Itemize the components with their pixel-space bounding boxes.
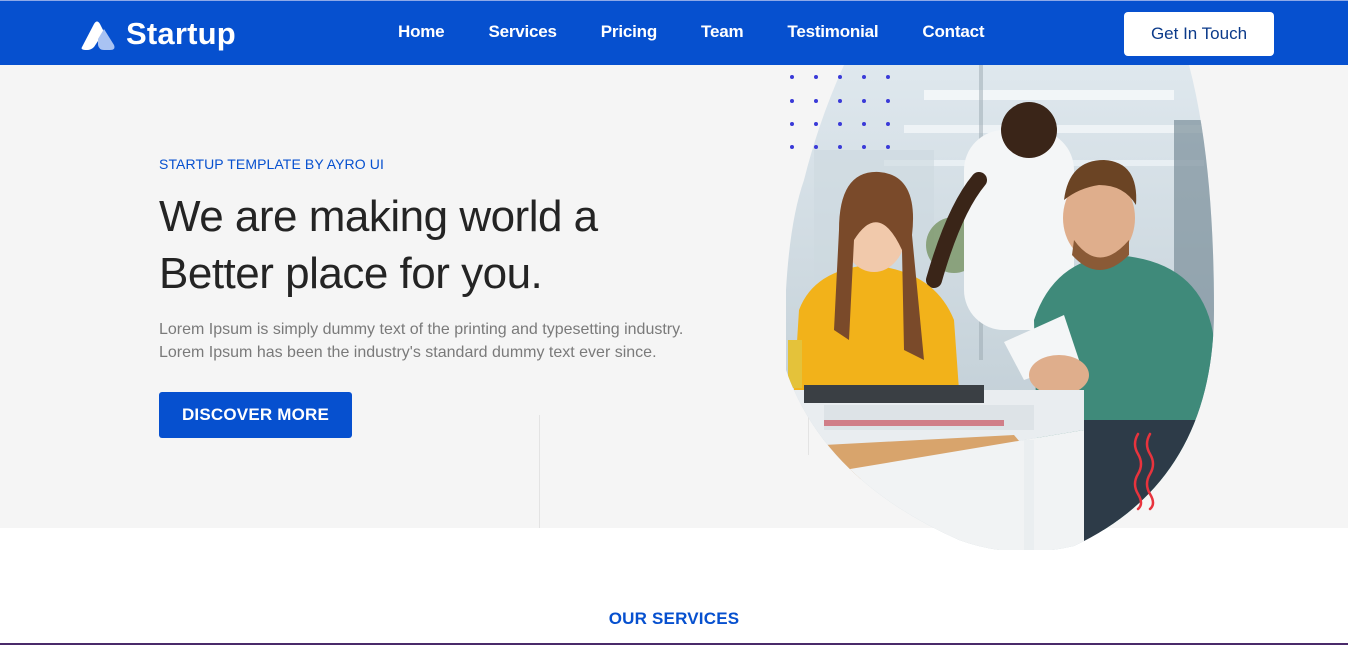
- nav-link-services[interactable]: Services: [488, 22, 557, 42]
- main-nav: Home Services Pricing Team Testimonial C…: [376, 22, 1006, 42]
- nav-link-testimonial[interactable]: Testimonial: [787, 22, 878, 42]
- team-office-photo: [786, 65, 1214, 550]
- brand-name: Startup: [126, 16, 236, 51]
- hero-headline: We are making world a Better place for y…: [159, 188, 679, 302]
- startup-logo-icon: [81, 21, 115, 50]
- decorative-divider: [539, 415, 540, 528]
- hero-description-line: Lorem Ipsum is simply dummy text of the …: [159, 321, 684, 338]
- get-in-touch-button[interactable]: Get In Touch: [1124, 12, 1274, 56]
- hero-description-line: Lorem Ipsum has been the industry's stan…: [159, 344, 657, 361]
- discover-more-button[interactable]: DISCOVER MORE: [159, 392, 352, 438]
- hero-headline-line: Better place for you.: [159, 249, 543, 298]
- nav-link-team[interactable]: Team: [701, 22, 744, 42]
- services-section-heading: OUR SERVICES: [608, 609, 740, 628]
- brand-logo-link[interactable]: Startup: [78, 16, 236, 52]
- hero-headline-line: We are making world a: [159, 192, 598, 241]
- nav-link-contact[interactable]: Contact: [922, 22, 984, 42]
- hero-eyebrow: STARTUP TEMPLATE BY AYRO UI: [159, 156, 384, 172]
- nav-link-pricing[interactable]: Pricing: [601, 22, 657, 42]
- nav-link-home[interactable]: Home: [398, 22, 445, 42]
- hero-description: Lorem Ipsum is simply dummy text of the …: [159, 318, 759, 364]
- navbar: Startup Home Services Pricing Team Testi…: [0, 0, 1348, 65]
